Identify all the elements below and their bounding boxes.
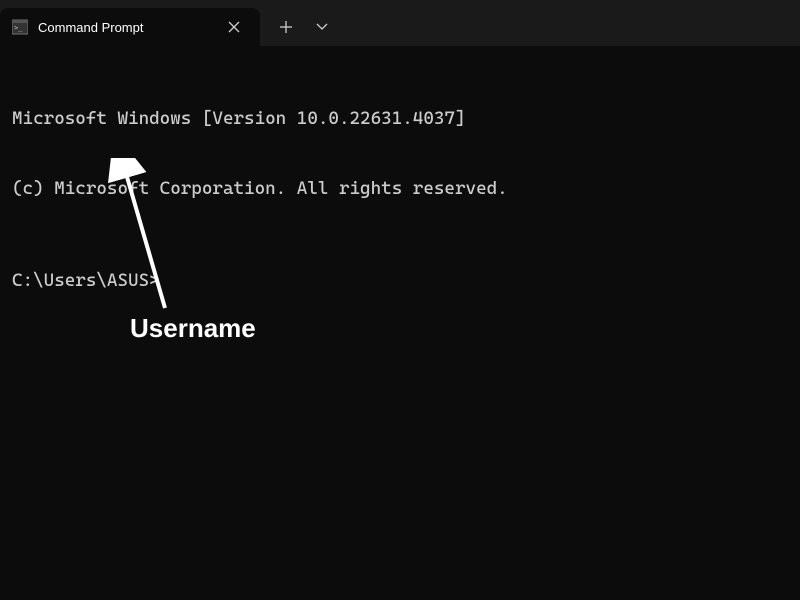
tab-title: Command Prompt	[38, 20, 194, 35]
close-tab-button[interactable]	[224, 17, 244, 37]
titlebar: >_ Command Prompt	[0, 0, 800, 46]
cmd-icon: >_	[12, 19, 28, 35]
tab-dropdown-button[interactable]	[304, 11, 340, 43]
new-tab-button[interactable]	[268, 11, 304, 43]
terminal-output[interactable]: Microsoft Windows [Version 10.0.22631.40…	[0, 46, 800, 330]
svg-text:>_: >_	[14, 24, 23, 32]
active-tab[interactable]: >_ Command Prompt	[0, 8, 260, 46]
copyright-line: (c) Microsoft Corporation. All rights re…	[12, 177, 788, 200]
command-prompt: C:\Users\ASUS>	[12, 269, 788, 292]
titlebar-buttons	[260, 8, 340, 46]
version-line: Microsoft Windows [Version 10.0.22631.40…	[12, 107, 788, 130]
